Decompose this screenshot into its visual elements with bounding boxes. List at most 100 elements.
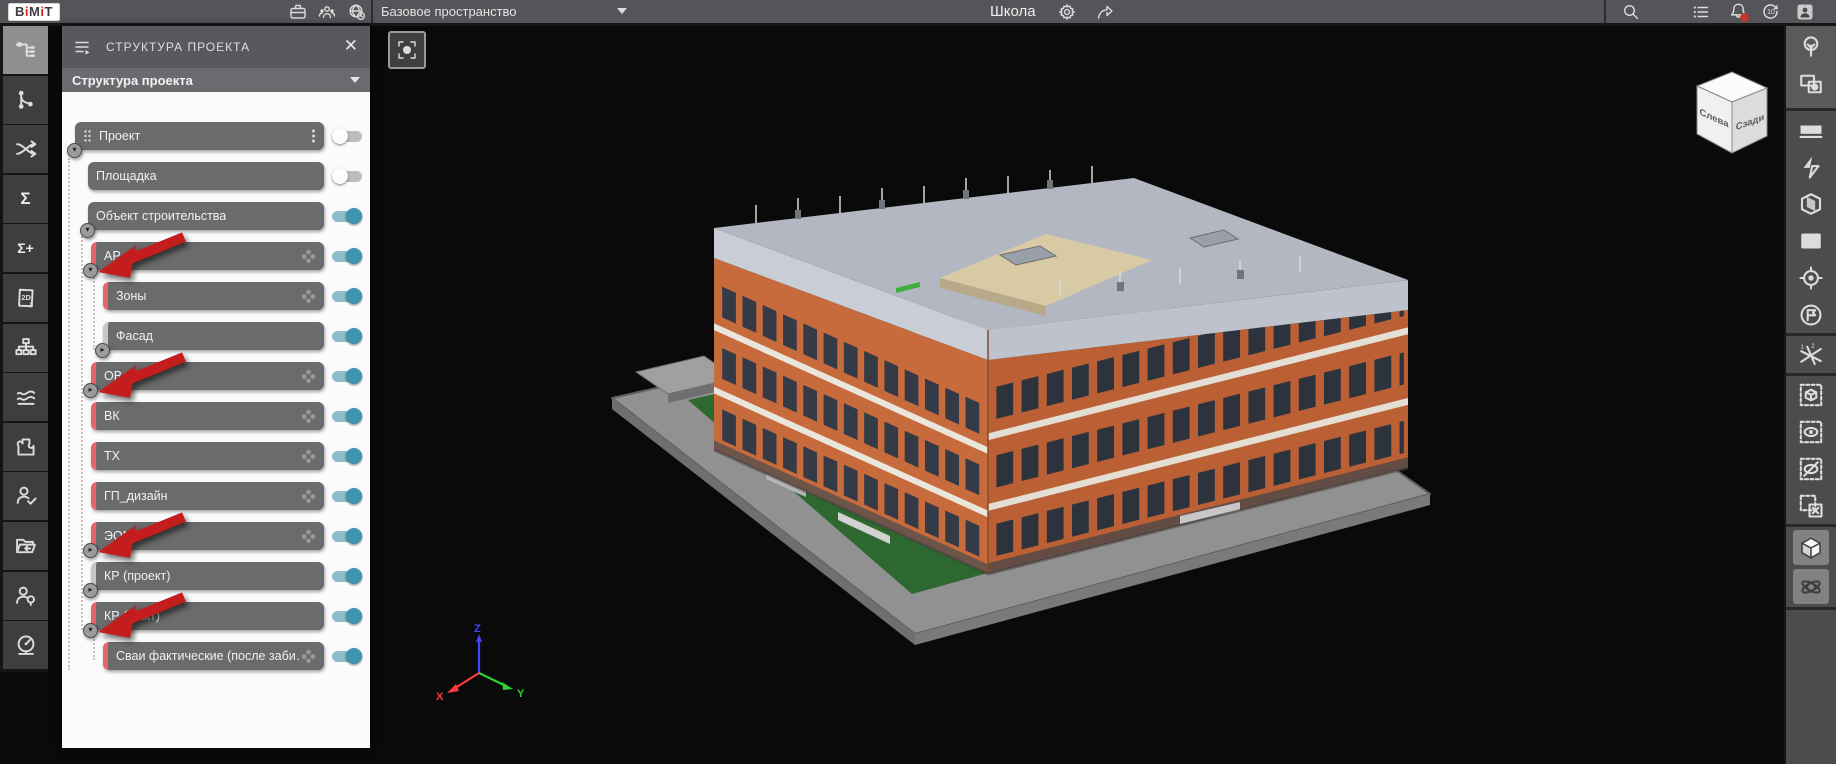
- tool-measure[interactable]: [1786, 111, 1836, 148]
- tool-flag[interactable]: [1786, 296, 1836, 333]
- tree-node[interactable]: Проект: [75, 122, 324, 150]
- expand-node-icon[interactable]: ▸: [83, 583, 98, 598]
- workspace-selector[interactable]: Базовое пространство: [381, 4, 517, 19]
- tool-versions-branch[interactable]: [3, 76, 48, 124]
- tree-node[interactable]: ГП_дизайн: [91, 482, 324, 510]
- tool-org-chart[interactable]: [3, 324, 48, 372]
- expand-node-icon[interactable]: ▸: [83, 543, 98, 558]
- visibility-toggle[interactable]: [332, 488, 362, 504]
- tool-clash-detection[interactable]: [3, 125, 48, 173]
- visibility-toggle[interactable]: [332, 248, 362, 264]
- tree-row: Сваи фактические (после заби…: [62, 642, 370, 670]
- expand-node-icon[interactable]: ▸: [95, 343, 110, 358]
- gear-icon[interactable]: [1058, 3, 1076, 21]
- tree-node[interactable]: Сваи фактические (после заби…: [103, 642, 324, 670]
- visibility-toggle[interactable]: [332, 168, 362, 184]
- tree-node[interactable]: Площадка: [88, 162, 324, 190]
- search-icon[interactable]: [1622, 3, 1640, 21]
- collapse-node-icon[interactable]: ▾: [80, 223, 95, 238]
- visibility-toggle[interactable]: [332, 648, 362, 664]
- tool-person-location[interactable]: [3, 572, 48, 620]
- tree-node[interactable]: Объект строительства: [88, 202, 324, 230]
- tool-select-3d[interactable]: [1786, 376, 1836, 413]
- collapse-node-icon[interactable]: ▾: [67, 143, 82, 158]
- visibility-toggle[interactable]: [332, 528, 362, 544]
- kebab-menu-icon[interactable]: [311, 128, 316, 144]
- tree-node[interactable]: ОВ: [91, 362, 324, 390]
- focus-model-button[interactable]: [388, 31, 426, 69]
- orbit-icon: [1799, 575, 1823, 599]
- tool-section-box[interactable]: [1786, 185, 1836, 222]
- tool-show[interactable]: [1786, 413, 1836, 450]
- share-icon[interactable]: [1096, 3, 1114, 21]
- tool-view-cube-mode[interactable]: [1786, 529, 1836, 566]
- tool-orbit[interactable]: [1786, 568, 1836, 605]
- structure-selector[interactable]: Структура проекта: [62, 68, 370, 92]
- visibility-toggle[interactable]: [332, 208, 362, 224]
- tree-node[interactable]: ЭОМ: [91, 522, 324, 550]
- drag-handle-icon[interactable]: [83, 129, 92, 143]
- tool-deselect[interactable]: [1786, 487, 1836, 524]
- tool-person-approve[interactable]: [3, 472, 48, 520]
- visibility-toggle[interactable]: [332, 328, 362, 344]
- panel-header: СТРУКТУРА ПРОЕКТА ✕: [62, 26, 370, 68]
- visibility-toggle[interactable]: [332, 608, 362, 624]
- tree-node[interactable]: АР: [91, 242, 324, 270]
- account-icon[interactable]: [1796, 3, 1814, 21]
- sync-icon[interactable]: 10: [1761, 2, 1780, 26]
- tree-node[interactable]: Зоны: [103, 282, 324, 310]
- tree-node[interactable]: ВК: [91, 402, 324, 430]
- tree-node[interactable]: КР (проект): [91, 562, 324, 590]
- tool-2d-drawings[interactable]: 2D: [3, 274, 48, 322]
- tool-grid-axes[interactable]: 12: [1786, 336, 1836, 373]
- visibility-toggle[interactable]: [332, 288, 362, 304]
- panel-menu-icon[interactable]: [74, 38, 92, 56]
- project-title: Школа: [990, 3, 1036, 20]
- collapse-node-icon[interactable]: ▾: [83, 263, 98, 278]
- tree-node-label: Фасад: [116, 329, 153, 343]
- tree-node[interactable]: КР (факт): [91, 602, 324, 630]
- tool-hide[interactable]: [1786, 450, 1836, 487]
- left-toolbar: Σ Σ+ 2D: [0, 26, 48, 672]
- eye-off-icon: [1799, 457, 1823, 481]
- collapse-node-icon[interactable]: ▾: [83, 623, 98, 638]
- tool-project-structure[interactable]: [3, 26, 48, 74]
- list-icon[interactable]: [1692, 3, 1710, 21]
- tool-plugins[interactable]: [3, 423, 48, 471]
- chevron-down-icon[interactable]: [617, 8, 627, 14]
- tool-sigma-add[interactable]: Σ+: [3, 224, 48, 272]
- expand-node-icon[interactable]: ▸: [83, 383, 98, 398]
- overlap-squares-icon: [1799, 72, 1823, 96]
- structure-selector-label: Структура проекта: [72, 73, 193, 88]
- visibility-toggle[interactable]: [332, 128, 362, 144]
- visibility-toggle[interactable]: [332, 408, 362, 424]
- sync-count: 10: [1765, 9, 1777, 16]
- tool-charts[interactable]: [3, 373, 48, 421]
- viewfinder-icon: [397, 40, 417, 60]
- tree-row: КР (факт)▾: [62, 602, 370, 630]
- tool-locate[interactable]: [1786, 259, 1836, 296]
- ruler-icon: [1799, 118, 1823, 142]
- tool-environment[interactable]: [1786, 28, 1836, 65]
- visibility-toggle[interactable]: [332, 568, 362, 584]
- tool-dashboard[interactable]: [3, 621, 48, 669]
- team-icon[interactable]: [318, 3, 336, 21]
- tree-node[interactable]: Фасад: [103, 322, 324, 350]
- close-icon[interactable]: ✕: [344, 36, 358, 56]
- bell-icon[interactable]: [1729, 2, 1748, 26]
- briefcase-icon[interactable]: [289, 3, 307, 21]
- linked-model-icon: [301, 449, 316, 464]
- tool-selection-focus[interactable]: [1786, 65, 1836, 102]
- tool-folder-import[interactable]: [3, 522, 48, 570]
- tool-floor-plan[interactable]: [1786, 222, 1836, 259]
- top-bar: BiMiT Базовое пространство Школа: [0, 0, 1836, 26]
- linked-model-icon: [301, 249, 316, 264]
- tool-clip[interactable]: [1786, 148, 1836, 185]
- visibility-toggle[interactable]: [332, 368, 362, 384]
- tree-node[interactable]: ТХ: [91, 442, 324, 470]
- app-window: Слева Сзади Z X Y BiMiT: [0, 0, 1836, 764]
- globe-clock-icon[interactable]: [348, 3, 366, 21]
- tree-row: КР (проект)▸: [62, 562, 370, 590]
- tool-sigma-totals[interactable]: Σ: [3, 175, 48, 223]
- visibility-toggle[interactable]: [332, 448, 362, 464]
